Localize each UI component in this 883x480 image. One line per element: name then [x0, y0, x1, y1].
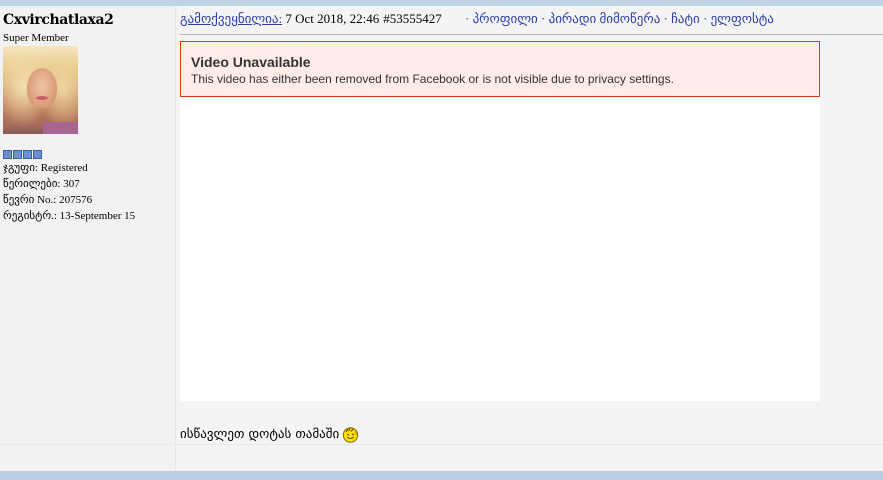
post-body-text: ისწავლეთ დოტას თამაში	[180, 426, 359, 443]
wave-smiley-icon	[342, 426, 359, 443]
avatar-face	[27, 68, 57, 108]
embedded-video[interactable]: Video Unavailable This video has either …	[180, 41, 820, 401]
username[interactable]: Cxvirchatlaxa2	[3, 12, 114, 28]
user-action-links: · პროფილი · პირადი მიმოწერა · ჩატი · ელფ…	[465, 11, 774, 27]
rank-pips	[3, 150, 42, 159]
user-rank: Super Member	[3, 32, 69, 44]
posted-label-link[interactable]: გამოქვეყნილია:	[180, 11, 282, 26]
rank-pip	[23, 150, 32, 159]
user-info-panel: Cxvirchatlaxa2 Super Member ჯგუფი: Regis…	[0, 6, 176, 444]
forum-post: Cxvirchatlaxa2 Super Member ჯგუფი: Regis…	[0, 6, 883, 471]
post-header: გამოქვეყნილია: 7 Oct 2018, 22:46 #5355542…	[180, 11, 883, 35]
video-error-message: This video has either been removed from …	[191, 72, 674, 86]
user-post-count: წერილები: 307	[3, 178, 80, 190]
user-member-number: წევრი No.: 207576	[3, 194, 93, 206]
user-links-text[interactable]: · პროფილი · პირადი მიმოწერა · ჩატი · ელფ…	[465, 11, 774, 26]
rank-pip	[33, 150, 42, 159]
post-id[interactable]: #53555427	[383, 11, 442, 26]
bottom-divider-bar	[0, 471, 883, 480]
post-content-panel: გამოქვეყნილია: 7 Oct 2018, 22:46 #5355542…	[177, 6, 883, 444]
user-registered-date: რეგისტრ.: 13-September 15	[3, 210, 136, 222]
rank-pip	[3, 150, 12, 159]
post-message: ისწავლეთ დოტას თამაში	[180, 427, 340, 442]
avatar-lips	[36, 96, 48, 100]
avatar	[3, 46, 78, 134]
post-date: 7 Oct 2018, 22:46	[282, 11, 380, 26]
user-panel-footer	[0, 444, 176, 471]
user-stats: ჯგუფი: Registered წერილები: 307 წევრი No…	[3, 160, 135, 224]
video-error-title: Video Unavailable	[191, 54, 311, 70]
rank-pip	[13, 150, 22, 159]
avatar-clothing	[43, 122, 78, 134]
user-group: ჯგუფი: Registered	[3, 162, 88, 174]
post-footer	[177, 444, 883, 471]
video-error-notice: Video Unavailable This video has either …	[180, 41, 820, 97]
